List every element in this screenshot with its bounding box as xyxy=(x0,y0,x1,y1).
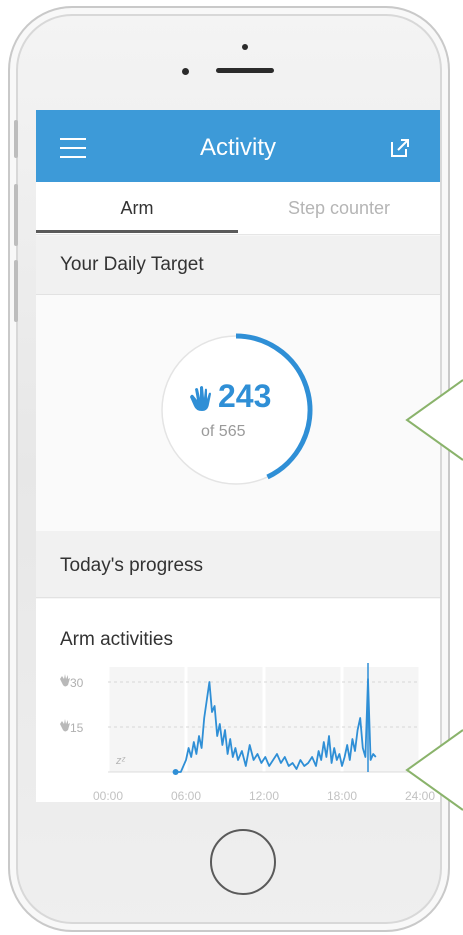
active-tab-indicator xyxy=(36,230,238,233)
tab-arm[interactable]: Arm xyxy=(36,182,238,234)
mute-switch xyxy=(14,120,18,158)
daily-target-total: of 565 xyxy=(201,423,246,440)
share-external-icon[interactable] xyxy=(388,136,412,160)
todays-progress-header: Today's progress xyxy=(36,531,440,598)
daily-count-value: 243 xyxy=(218,378,272,414)
chart-y-hand-icon xyxy=(60,674,70,687)
tab-step-counter[interactable]: Step counter xyxy=(238,182,440,234)
arm-activities-chart: 301500:00 06:00 12:00 18:00 24:00zᶻ xyxy=(60,663,435,802)
earpiece-speaker xyxy=(216,68,274,73)
volume-up-button xyxy=(14,184,18,246)
callout-pointer-bottom xyxy=(405,729,463,811)
daily-target-panel: 243 of 565 xyxy=(36,295,440,531)
chart-x-tick-label: 18:00 xyxy=(327,789,357,802)
chart-y-tick-label: 30 xyxy=(70,676,84,690)
volume-down-button xyxy=(14,260,18,322)
page-title: Activity xyxy=(199,134,276,161)
arm-activities-title: Arm activities xyxy=(60,629,173,650)
chart-y-tick-label: 15 xyxy=(70,721,84,735)
tab-bar: Arm Step counter xyxy=(36,182,440,235)
home-button[interactable] xyxy=(210,829,276,895)
chart-x-tick-label: 12:00 xyxy=(249,789,279,802)
todays-progress-title: Today's progress xyxy=(60,555,204,576)
daily-target-title: Your Daily Target xyxy=(60,254,204,275)
top-app-bar: Activity xyxy=(36,110,440,182)
front-camera xyxy=(182,68,189,75)
arm-activities-panel: Arm activities 30 15 00:00 06:00 12:00 18:00 2… xyxy=(36,599,440,802)
chart-start-point xyxy=(172,769,179,775)
proximity-sensor xyxy=(242,44,248,50)
chart-x-tick-label: 06:00 xyxy=(171,789,201,802)
callout-pointer-top xyxy=(405,379,463,461)
daily-target-header: Your Daily Target xyxy=(36,236,440,295)
sleep-zz-icon: zᶻ xyxy=(115,755,126,767)
chart-y-hand-icon xyxy=(60,719,70,732)
hand-wave-icon xyxy=(190,386,211,411)
chart-x-tick-label: 00:00 xyxy=(93,789,123,802)
app-screen: Activity Arm Step counter Your Daily Tar… xyxy=(36,110,440,802)
